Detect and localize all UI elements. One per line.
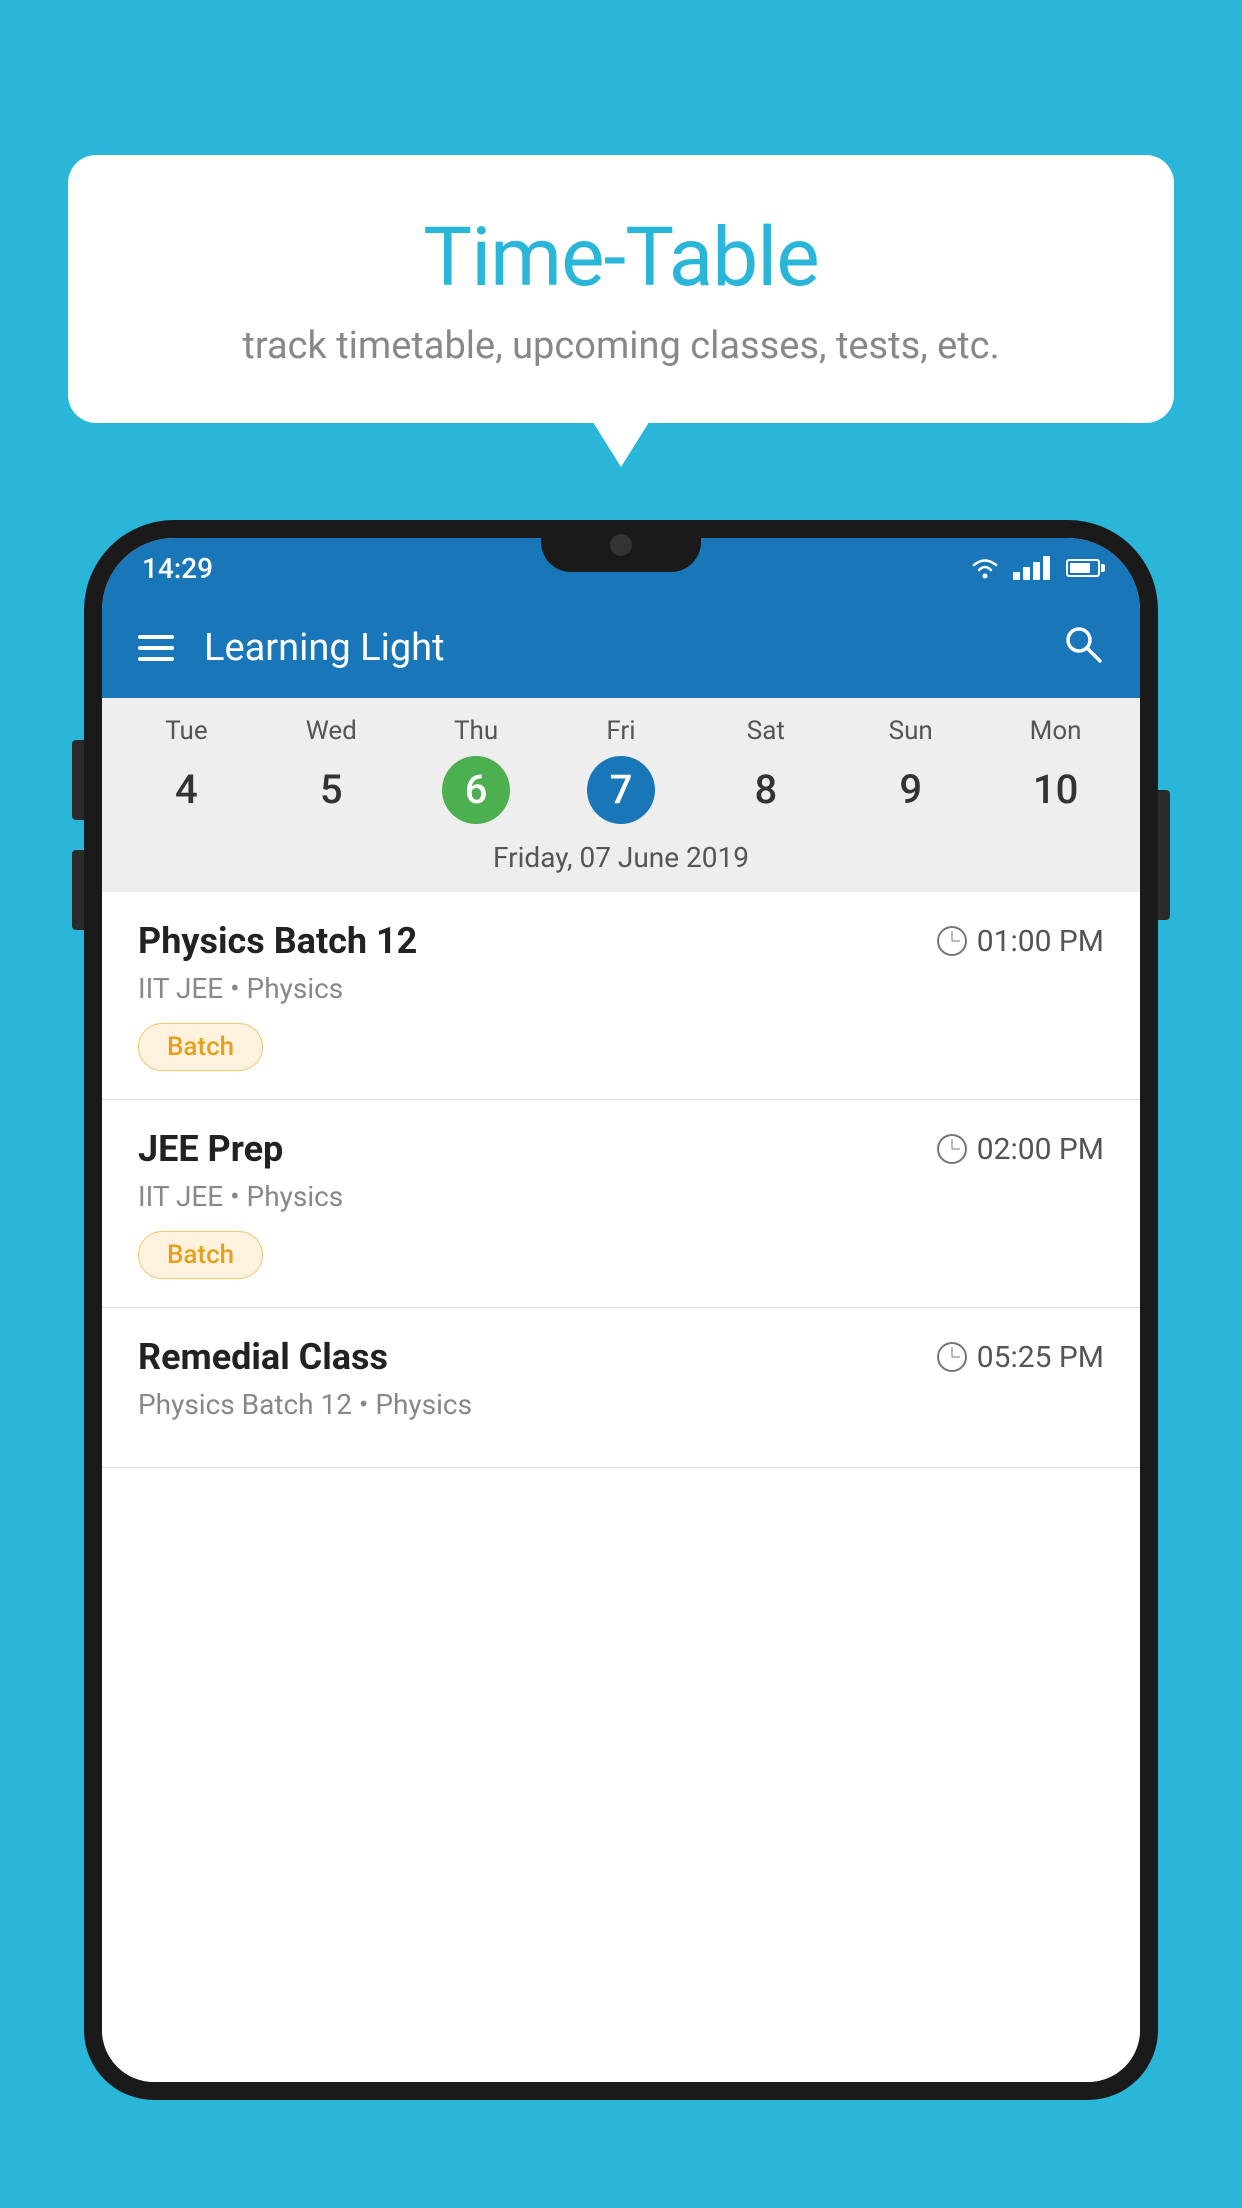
schedule-item-header-1: Physics Batch 12 01:00 PM — [138, 920, 1104, 962]
day-headers: Tue Wed Thu Fri Sat Sun Mon — [102, 698, 1140, 752]
time-text-3: 05:25 PM — [977, 1340, 1104, 1375]
day-header-sat: Sat — [693, 716, 838, 746]
schedule-item-time-3: 05:25 PM — [937, 1340, 1104, 1375]
selected-date-label: Friday, 07 June 2019 — [102, 831, 1140, 892]
day-4[interactable]: 4 — [114, 758, 259, 821]
day-6-today[interactable]: 6 — [404, 758, 549, 821]
hamburger-menu-icon[interactable] — [138, 635, 174, 661]
side-button-volume-down — [72, 850, 84, 930]
day-header-tue: Tue — [114, 716, 259, 746]
side-button-volume-up — [72, 740, 84, 820]
schedule-item-subtitle-3: Physics Batch 12 • Physics — [138, 1388, 1104, 1421]
side-button-power — [1158, 790, 1170, 920]
signal-icon — [1013, 556, 1050, 580]
day-9[interactable]: 9 — [838, 758, 983, 821]
schedule-item-subtitle-1: IIT JEE • Physics — [138, 972, 1104, 1005]
search-icon[interactable] — [1060, 621, 1104, 675]
day-8[interactable]: 8 — [693, 758, 838, 821]
time-text-2: 02:00 PM — [977, 1132, 1104, 1167]
schedule-item-time-2: 02:00 PM — [937, 1132, 1104, 1167]
schedule-item-header-2: JEE Prep 02:00 PM — [138, 1128, 1104, 1170]
schedule-item-time-1: 01:00 PM — [937, 924, 1104, 959]
app-bar: Learning Light — [102, 598, 1140, 698]
schedule-item-2[interactable]: JEE Prep 02:00 PM IIT JEE • Physics Batc… — [102, 1100, 1140, 1308]
batch-tag-1: Batch — [138, 1023, 263, 1071]
day-5[interactable]: 5 — [259, 758, 404, 821]
schedule-item-subtitle-2: IIT JEE • Physics — [138, 1180, 1104, 1213]
phone-body: 14:29 — [84, 520, 1158, 2100]
clock-icon-1 — [937, 926, 967, 956]
schedule-item-header-3: Remedial Class 05:25 PM — [138, 1336, 1104, 1378]
day-7-selected[interactable]: 7 — [549, 758, 694, 821]
speech-bubble: Time-Table track timetable, upcoming cla… — [68, 155, 1174, 423]
schedule-item-title-3: Remedial Class — [138, 1336, 388, 1378]
day-header-wed: Wed — [259, 716, 404, 746]
phone-screen: 14:29 — [102, 538, 1140, 2082]
day-10[interactable]: 10 — [983, 758, 1128, 821]
app-title: Learning Light — [204, 626, 1060, 670]
clock-icon-3 — [937, 1342, 967, 1372]
day-numbers: 4 5 6 7 8 9 10 — [102, 752, 1140, 831]
schedule-item-title-2: JEE Prep — [138, 1128, 283, 1170]
time-text-1: 01:00 PM — [977, 924, 1104, 959]
day-header-thu: Thu — [404, 716, 549, 746]
status-time: 14:29 — [142, 552, 213, 585]
day-header-sun: Sun — [838, 716, 983, 746]
battery-icon — [1066, 559, 1100, 577]
schedule-item-title-1: Physics Batch 12 — [138, 920, 417, 962]
schedule-item-3[interactable]: Remedial Class 05:25 PM Physics Batch 12… — [102, 1308, 1140, 1468]
schedule-item-1[interactable]: Physics Batch 12 01:00 PM IIT JEE • Phys… — [102, 892, 1140, 1100]
wifi-icon — [969, 556, 1001, 580]
batch-tag-2: Batch — [138, 1231, 263, 1279]
camera-dot — [610, 534, 632, 556]
bubble-title: Time-Table — [128, 210, 1114, 306]
day-header-mon: Mon — [983, 716, 1128, 746]
calendar-strip: Tue Wed Thu Fri Sat Sun Mon 4 5 6 — [102, 698, 1140, 892]
speech-bubble-container: Time-Table track timetable, upcoming cla… — [68, 155, 1174, 423]
status-icons — [969, 556, 1100, 580]
phone-mockup: 14:29 — [84, 520, 1158, 2208]
schedule-list: Physics Batch 12 01:00 PM IIT JEE • Phys… — [102, 892, 1140, 2082]
day-header-fri: Fri — [549, 716, 694, 746]
bubble-subtitle: track timetable, upcoming classes, tests… — [128, 324, 1114, 368]
clock-icon-2 — [937, 1134, 967, 1164]
